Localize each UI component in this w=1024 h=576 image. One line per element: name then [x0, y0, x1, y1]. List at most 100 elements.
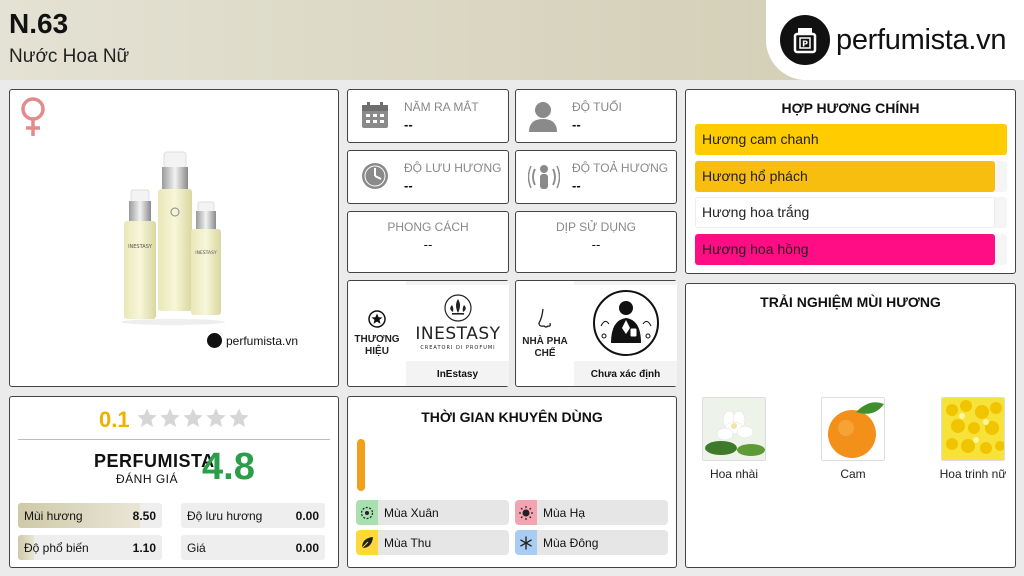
rating-panel: 0.1 PERFUMISTA ĐÁNH GIÁ 4.8 Mùi hương 8.…	[9, 396, 339, 568]
svg-text:CREATORI DI PROFUMI: CREATORI DI PROFUMI	[420, 345, 495, 351]
accord-bar: Hương hoa trắng	[695, 197, 1007, 228]
perfume-bottle-logo-icon: P	[780, 15, 830, 65]
star-rating[interactable]	[136, 407, 250, 434]
season-winter[interactable]: Mùa Đông	[515, 530, 668, 555]
leaf-icon	[356, 530, 378, 555]
release-year-label: NĂM RA MẮT	[404, 100, 479, 114]
svg-text:INESTASY: INESTASY	[195, 250, 217, 256]
radiate-icon	[527, 161, 562, 195]
metric-label: Độ phổ biến	[24, 541, 89, 555]
info-release-year: NĂM RA MẮT --	[347, 89, 509, 143]
perfumer-avatar	[574, 285, 677, 361]
brand-side-label: THƯƠNG HIỆU	[354, 333, 400, 357]
season-summer[interactable]: Mùa Hạ	[515, 500, 668, 525]
clock-icon	[360, 161, 394, 195]
star-badge-icon	[368, 309, 386, 328]
info-style: PHONG CÁCH --	[347, 211, 509, 273]
watermark-text: perfumista.vn	[226, 333, 299, 348]
age-label: ĐỘ TUỔI	[572, 100, 622, 114]
recommended-time-panel: THỜI GIAN KHUYÊN DÙNG Mùa Xuân Mùa Hạ Mù…	[347, 396, 677, 568]
info-occasion: DỊP SỬ DỤNG --	[515, 211, 677, 273]
nose-icon	[538, 308, 551, 328]
accord-bar: Hương cam chanh	[695, 124, 1007, 155]
perfumista-sub-label: ĐÁNH GIÁ	[116, 472, 179, 486]
watermark-logo-icon	[207, 333, 222, 348]
occasion-label: DỊP SỬ DỤNG	[555, 220, 637, 234]
perfumista-label: PERFUMISTA	[94, 451, 215, 471]
metric-price: Giá 0.00	[181, 535, 325, 560]
season-spring[interactable]: Mùa Xuân	[356, 500, 509, 525]
accord-label: Hương hoa hồng	[702, 240, 809, 257]
product-bottles-image: INESTASY INESTASY	[118, 150, 238, 333]
season-label: Mùa Thu	[384, 535, 432, 550]
note-item-jasmine[interactable]: Hoa nhài	[689, 397, 779, 481]
notes-title: TRẢI NGHIỆM MÙI HƯƠNG	[760, 294, 941, 310]
accords-title: HỢP HƯƠNG CHÍNH	[781, 100, 920, 116]
accord-label: Hương cam chanh	[702, 131, 819, 147]
svg-text:P: P	[802, 40, 808, 49]
accord-bar: Hương hoa hồng	[695, 233, 1007, 265]
star-icon[interactable]	[228, 407, 250, 434]
occasion-value: --	[591, 237, 601, 252]
age-value: --	[572, 117, 581, 132]
scent-experience-panel: TRẢI NGHIỆM MÙI HƯƠNG Hoa nhài Cam Hoa t…	[685, 283, 1016, 568]
season-label: Mùa Đông	[543, 535, 599, 550]
metric-value: 0.00	[295, 541, 319, 555]
product-image-panel: INESTASY INESTASY perfumista.vn	[9, 89, 339, 387]
divider	[18, 439, 330, 440]
logo-text: perfumista.vn	[836, 23, 1007, 56]
star-icon[interactable]	[182, 407, 204, 434]
note-item-mimosa[interactable]: Hoa trinh nữ	[928, 397, 1018, 481]
sillage-value: --	[572, 178, 581, 193]
accord-label: Hương hổ phách	[702, 167, 808, 184]
female-symbol-icon	[18, 96, 48, 143]
style-label: PHONG CÁCH	[387, 220, 469, 234]
longevity-value: --	[404, 178, 413, 193]
perfumista-score: 4.8	[202, 446, 255, 488]
metric-value: 1.10	[132, 541, 156, 555]
brand-name: InEstasy	[436, 369, 479, 380]
season-label: Mùa Xuân	[384, 505, 439, 520]
info-longevity: ĐỘ LƯU HƯƠNG --	[347, 150, 509, 204]
spring-icon	[356, 500, 378, 525]
mimosa-image	[941, 397, 1005, 461]
info-age: ĐỘ TUỔI --	[515, 89, 677, 143]
metric-scent: Mùi hương 8.50	[18, 503, 162, 528]
accord-label: Hương hoa trắng	[702, 204, 810, 220]
metric-longevity: Độ lưu hương 0.00	[181, 503, 325, 528]
perfume-subtitle: Nước Hoa Nữ	[9, 46, 130, 67]
perfumer-side-label: NHÀ PHA CHẾ	[522, 335, 568, 359]
perfumer-name: Chưa xác định	[590, 369, 661, 380]
metric-popularity: Độ phổ biến 1.10	[18, 535, 162, 560]
star-icon[interactable]	[159, 407, 181, 434]
season-label: Mùa Hạ	[543, 505, 586, 520]
star-icon[interactable]	[136, 407, 158, 434]
sillage-label: ĐỘ TOẢ HƯƠNG	[572, 161, 669, 175]
person-icon	[528, 100, 562, 134]
note-item-orange[interactable]: Cam	[808, 397, 898, 481]
note-label: Hoa nhài	[709, 467, 759, 481]
longevity-label: ĐỘ LƯU HƯƠNG	[404, 161, 502, 175]
svg-text:INESTASY: INESTASY	[415, 324, 500, 344]
header: N.63 Nước Hoa Nữ P perfumista.vn	[0, 0, 1024, 80]
site-logo[interactable]: P perfumista.vn	[766, 0, 1024, 80]
brand-side: THƯƠNG HIỆU	[348, 281, 406, 386]
metric-label: Giá	[187, 541, 206, 555]
jasmine-image	[702, 397, 766, 461]
brand-logo: INESTASY CREATORI DI PROFUMI	[406, 285, 509, 361]
time-of-day-bar	[357, 439, 365, 491]
sun-icon	[515, 500, 537, 525]
main-accords-panel: HỢP HƯƠNG CHÍNH Hương cam chanh Hương hổ …	[685, 89, 1016, 274]
perfume-title: N.63	[9, 8, 69, 39]
star-icon[interactable]	[205, 407, 227, 434]
season-autumn[interactable]: Mùa Thu	[356, 530, 509, 555]
note-label: Hoa trinh nữ	[939, 467, 1007, 481]
perfumer-side: NHÀ PHA CHẾ	[516, 281, 574, 386]
brand-box[interactable]: THƯƠNG HIỆU INESTASY CREATORI DI PROFUMI…	[347, 280, 509, 387]
svg-text:INESTASY: INESTASY	[128, 244, 153, 250]
perfumer-box[interactable]: NHÀ PHA CHẾ Chưa xác định	[515, 280, 677, 387]
info-sillage: ĐỘ TOẢ HƯƠNG --	[515, 150, 677, 204]
style-value: --	[423, 237, 433, 252]
accord-bar: Hương hổ phách	[695, 160, 1007, 192]
user-score: 0.1	[99, 407, 130, 432]
